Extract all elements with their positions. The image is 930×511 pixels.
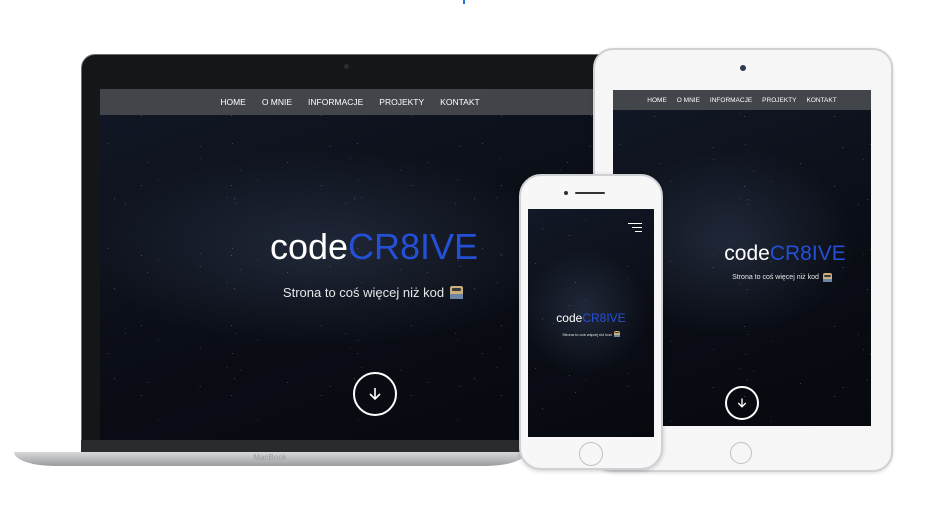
nav-projekty[interactable]: PROJEKTY	[762, 97, 796, 104]
nav-home[interactable]: HOME	[647, 97, 667, 104]
tablet-navbar: HOME O MNIE INFORMACJE PROJEKTY KONTAKT	[613, 90, 871, 110]
phone-speaker	[575, 192, 605, 194]
scroll-down-button[interactable]	[725, 386, 759, 420]
laptop-camera	[344, 64, 349, 69]
brand-accent: CR8IVE	[582, 311, 626, 325]
brand-accent: CR8IVE	[348, 226, 479, 267]
tagline-text: Strona to coś więcej niż kod	[282, 285, 445, 300]
coder-icon	[613, 331, 620, 337]
laptop-navbar: HOME O MNIE INFORMACJE PROJEKTY KONTAKT	[100, 89, 600, 115]
nav-o-mnie[interactable]: O MNIE	[262, 97, 292, 107]
nav-projekty[interactable]: PROJEKTY	[379, 97, 424, 107]
tablet-home-button[interactable]	[730, 442, 752, 464]
tablet-camera	[740, 65, 746, 71]
coder-icon	[450, 286, 464, 299]
nav-kontakt[interactable]: KONTAKT	[806, 97, 836, 104]
tagline-text: Strona to coś więcej niż kod	[732, 274, 819, 281]
arrow-down-icon	[737, 398, 747, 408]
phone-home-button[interactable]	[579, 442, 603, 466]
brand-prefix: code	[724, 242, 770, 265]
hamburger-menu-icon[interactable]	[628, 223, 642, 235]
brand-prefix: code	[556, 311, 583, 325]
nav-home[interactable]: HOME	[220, 97, 246, 107]
nav-informacje[interactable]: INFORMACJE	[308, 97, 363, 107]
nav-o-mnie[interactable]: O MNIE	[677, 97, 700, 104]
arrow-down-icon	[369, 388, 381, 401]
brand-accent: CR8IVE	[769, 242, 846, 265]
phone-device: codeCR8IVE Strona to coś więcej niż kod	[519, 174, 663, 470]
scroll-down-button[interactable]	[353, 372, 397, 416]
laptop-base: MacBook	[14, 452, 526, 466]
brand-prefix: code	[269, 226, 349, 267]
top-marker	[463, 0, 465, 4]
nav-kontakt[interactable]: KONTAKT	[440, 97, 480, 107]
tagline: Strona to coś więcej niż kod	[528, 331, 654, 337]
tagline-text: Strona to coś więcej niż kod	[562, 331, 612, 337]
coder-icon	[822, 273, 832, 282]
nav-informacje[interactable]: INFORMACJE	[710, 97, 752, 104]
laptop-label: MacBook	[253, 453, 287, 462]
phone-camera	[564, 191, 568, 195]
phone-screen: codeCR8IVE Strona to coś więcej niż kod	[528, 209, 654, 437]
brand-logo: codeCR8IVE	[528, 311, 654, 325]
